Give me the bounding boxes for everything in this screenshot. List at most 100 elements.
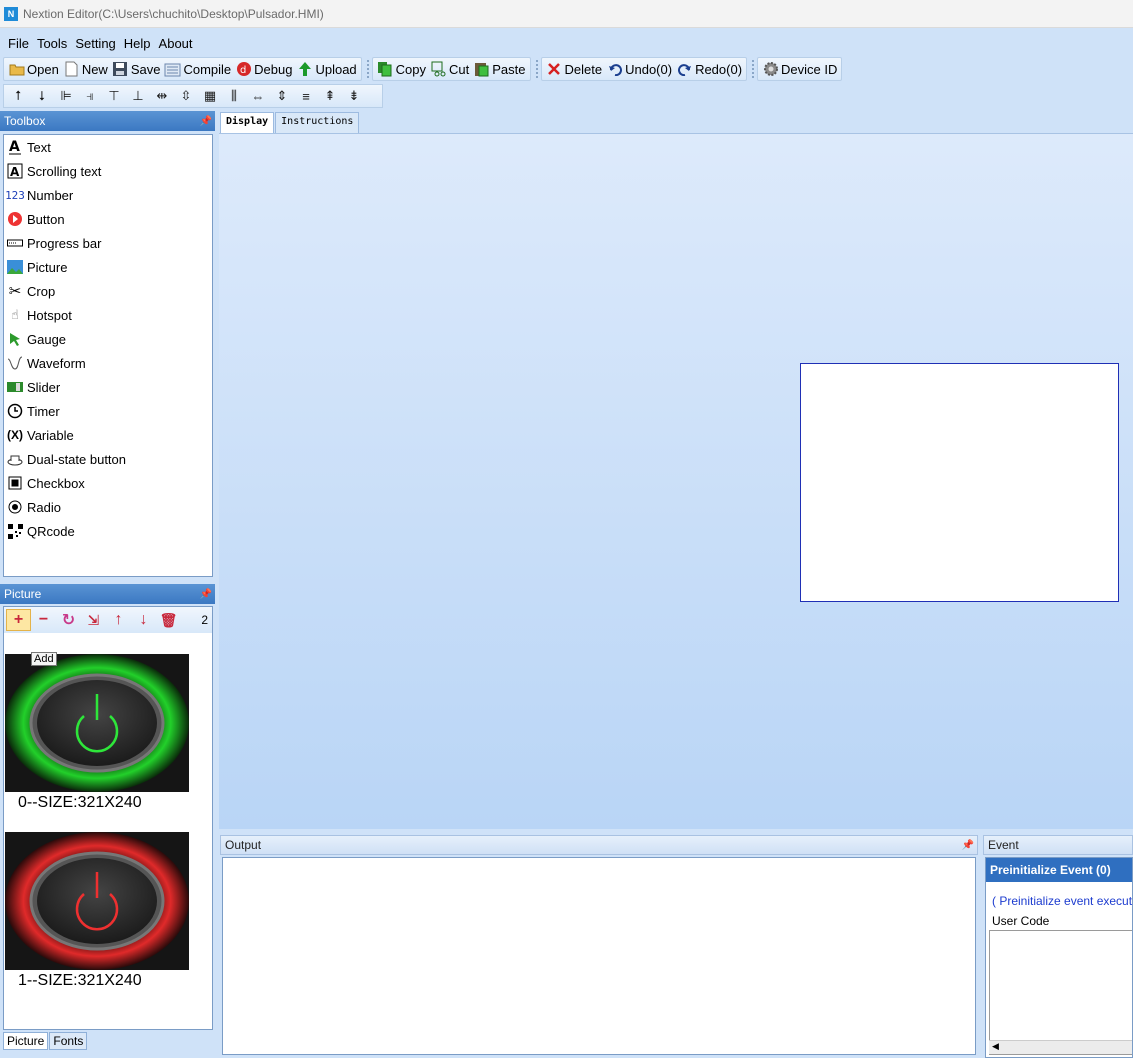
same-height-icon[interactable]: ⇕	[270, 86, 294, 106]
cut-button[interactable]: Cut	[428, 58, 471, 80]
align-right-icon[interactable]: ⫣	[78, 86, 102, 106]
move-down-icon[interactable]: ↓	[131, 609, 156, 631]
tab-picture[interactable]: Picture	[3, 1032, 49, 1050]
decrease-spacing-icon[interactable]: ⇟	[342, 86, 366, 106]
toolbox-item-gauge[interactable]: Gauge	[4, 327, 212, 351]
align-center-vertical-icon[interactable]: ⇹	[150, 86, 174, 106]
same-width-icon[interactable]: ⇔	[246, 86, 270, 106]
increase-spacing-icon[interactable]: ⇞	[318, 86, 342, 106]
toolbox-item-label: Timer	[27, 403, 60, 419]
tab-instructions[interactable]: Instructions	[275, 112, 360, 133]
toolbox-item-progress-bar[interactable]: Progress bar	[4, 231, 212, 255]
toolbox-item-radio[interactable]: Radio	[4, 495, 212, 519]
toolbox-item-picture[interactable]: Picture	[4, 255, 212, 279]
title-bar: N Nextion Editor(C:\Users\chuchito\Deskt…	[0, 0, 1133, 28]
delete-button[interactable]: Delete	[544, 58, 605, 80]
redo-button[interactable]: Redo(0)	[674, 58, 744, 80]
toolbox-item-crop[interactable]: ✂ Crop	[4, 279, 212, 303]
undo-button[interactable]: Undo(0)	[604, 58, 674, 80]
open-button[interactable]: Open	[6, 58, 61, 80]
distribute-horizontal-icon[interactable]: ⫼	[222, 86, 246, 106]
paste-button[interactable]: Paste	[471, 58, 527, 80]
toolbox-item-waveform[interactable]: Waveform	[4, 351, 212, 375]
toolbox-item-label: Slider	[27, 379, 61, 395]
picture-icon	[6, 258, 24, 276]
upload-button[interactable]: Upload	[294, 58, 358, 80]
dual-state-button-icon	[6, 450, 24, 468]
device-id-button[interactable]: Device ID	[760, 58, 839, 80]
pin-icon[interactable]: 📌	[961, 840, 975, 851]
move-up-icon[interactable]: ↑	[106, 609, 131, 631]
tab-display[interactable]: Display	[220, 112, 275, 133]
toolbox-item-variable[interactable]: (X) Variable	[4, 423, 212, 447]
button-icon	[6, 210, 24, 228]
align-center-horizontal-icon[interactable]: ⇳	[174, 86, 198, 106]
toolbox-item-label: Checkbox	[27, 475, 85, 491]
toolbox-header: Toolbox 📌	[0, 111, 215, 131]
compile-button[interactable]: Compile	[162, 58, 233, 80]
progress-bar-icon	[6, 234, 24, 252]
checkbox-icon	[6, 474, 24, 492]
toolbox-item-timer[interactable]: Timer	[4, 399, 212, 423]
picture-thumbnail-0[interactable]	[5, 654, 189, 792]
toolbar-grip[interactable]	[366, 60, 370, 78]
toolbox-item-checkbox[interactable]: Checkbox	[4, 471, 212, 495]
toolbox-item-label: Text	[27, 139, 51, 155]
toolbox-item-label: Variable	[27, 427, 74, 443]
output-console[interactable]	[222, 857, 976, 1055]
toolbox-panel: A Text A Scrolling text 123 Number Button P…	[3, 134, 213, 577]
history-toolbar-group: Delete Undo(0) Redo(0)	[540, 57, 748, 81]
picture-thumbnail-1[interactable]	[5, 832, 189, 970]
replace-picture-icon[interactable]: ↻	[56, 609, 81, 631]
save-button[interactable]: Save	[110, 58, 163, 80]
toolbox-item-number[interactable]: 123 Number	[4, 183, 212, 207]
toolbar-grip[interactable]	[752, 60, 755, 78]
toolbox-item-label: Radio	[27, 499, 61, 515]
toolbox-item-scrolling-text[interactable]: A Scrolling text	[4, 159, 212, 183]
main-toolbar: Open New Save Compile d Debug Upload Cop…	[3, 57, 845, 81]
new-label: New	[81, 61, 108, 77]
toolbox-item-slider[interactable]: Slider	[4, 375, 212, 399]
menu-about[interactable]: About	[155, 36, 197, 51]
horizontal-scrollbar[interactable]: ◀	[989, 1040, 1132, 1054]
trash-icon[interactable]: 🗑	[156, 609, 181, 631]
toolbox-item-qrcode[interactable]: QRcode	[4, 519, 212, 543]
tab-preinitialize-event[interactable]: Preinitialize Event (0)	[986, 858, 1132, 882]
design-canvas[interactable]	[219, 133, 1133, 829]
output-header: Output 📌	[220, 835, 978, 855]
distribute-vertical-icon[interactable]: ≡	[294, 86, 318, 106]
new-file-icon	[63, 61, 80, 78]
align-bottom-icon[interactable]: ⊥	[126, 86, 150, 106]
picture-count: 2	[201, 613, 208, 627]
menu-help[interactable]: Help	[120, 36, 155, 51]
scrolling-text-icon: A	[6, 162, 24, 180]
add-picture-icon[interactable]: +	[6, 609, 31, 631]
export-picture-icon[interactable]: ⇲	[81, 609, 106, 631]
same-size-icon[interactable]: ▦	[198, 86, 222, 106]
tab-fonts[interactable]: Fonts	[49, 1032, 88, 1050]
toolbar-grip[interactable]	[535, 60, 539, 78]
send-down-icon[interactable]: ⭣	[30, 86, 54, 106]
toolbox-item-dual-state-button[interactable]: Dual-state button	[4, 447, 212, 471]
user-code-editor[interactable]	[989, 930, 1132, 1055]
align-left-icon[interactable]: ⊫	[54, 86, 78, 106]
copy-button[interactable]: Copy	[375, 58, 428, 80]
debug-button[interactable]: d Debug	[233, 58, 294, 80]
pin-icon[interactable]: 📌	[199, 116, 213, 127]
picture-panel: + − ↻ ⇲ ↑ ↓ 🗑 2 Add 0--SIZE:321X240 1--S…	[3, 606, 213, 1030]
pin-icon[interactable]: 📌	[199, 589, 213, 600]
event-note: ( Preinitialize event execute be	[992, 894, 1133, 908]
toolbox-item-text[interactable]: A Text	[4, 135, 212, 159]
display-page[interactable]	[800, 363, 1119, 602]
toolbox-item-button[interactable]: Button	[4, 207, 212, 231]
bring-up-icon[interactable]: ⭡	[6, 86, 30, 106]
align-top-icon[interactable]: ⊤	[102, 86, 126, 106]
toolbox-item-hotspot[interactable]: ☝ Hotspot	[4, 303, 212, 327]
menu-setting[interactable]: Setting	[71, 36, 119, 51]
gauge-arrow-icon	[6, 330, 24, 348]
menu-file[interactable]: File	[4, 36, 33, 51]
new-button[interactable]: New	[61, 58, 110, 80]
remove-picture-icon[interactable]: −	[31, 609, 56, 631]
delete-x-icon	[546, 61, 563, 78]
menu-tools[interactable]: Tools	[33, 36, 71, 51]
